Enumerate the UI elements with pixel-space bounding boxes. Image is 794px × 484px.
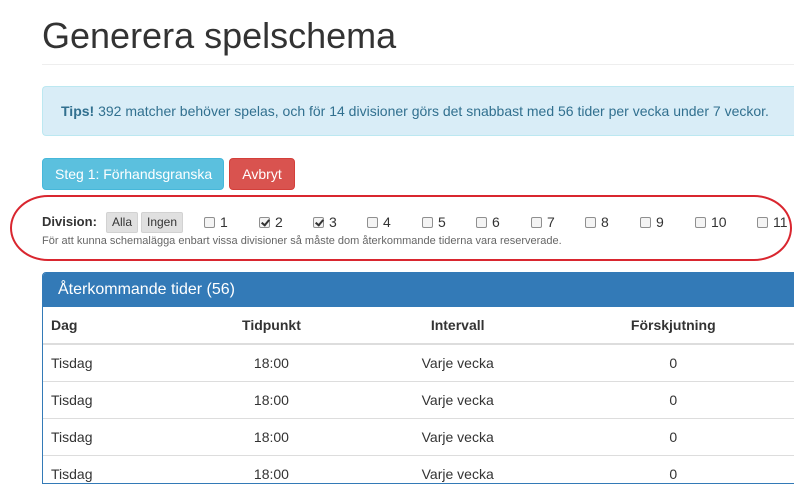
division-checkbox-11[interactable]: 11 [757, 211, 788, 233]
cell-day: Tisdag [43, 419, 195, 456]
division-checkbox-8[interactable]: 8 [585, 211, 609, 233]
cell-interval: Varje vecka [348, 382, 568, 419]
column-header-time: Tidpunkt [195, 307, 348, 344]
division-checkbox-3[interactable]: 3 [313, 211, 337, 233]
cell-offset: 0 [568, 344, 779, 382]
division-checkbox-10[interactable]: 10 [695, 211, 727, 233]
table-row: Tisdag 18:00 Varje vecka 0 [43, 419, 794, 456]
division-checkbox-9[interactable]: 9 [640, 211, 664, 233]
column-header-offset: Förskjutning [568, 307, 779, 344]
cell-interval: Varje vecka [348, 419, 568, 456]
table-row: Tisdag 18:00 Varje vecka 0 [43, 456, 794, 484]
cell-time: 18:00 [195, 419, 348, 456]
page-title: Generera spelschema [42, 14, 396, 58]
checkbox[interactable] [531, 217, 542, 228]
cell-offset: 0 [568, 382, 779, 419]
division-label: Division: [42, 211, 97, 233]
checkbox[interactable] [204, 217, 215, 228]
cell-interval: Varje vecka [348, 456, 568, 484]
recurring-times-panel: Återkommande tider (56) Dag Tidpunkt Int… [42, 272, 794, 484]
checkbox[interactable] [476, 217, 487, 228]
checkbox[interactable] [640, 217, 651, 228]
cancel-button[interactable]: Avbryt [229, 158, 295, 190]
division-checkbox-7[interactable]: 7 [531, 211, 555, 233]
checkbox[interactable] [313, 217, 324, 228]
checkbox[interactable] [367, 217, 378, 228]
cell-time: 18:00 [195, 382, 348, 419]
cell-offset: 0 [568, 419, 779, 456]
column-header-interval: Intervall [348, 307, 568, 344]
select-all-button[interactable]: Alla [106, 212, 138, 233]
division-checkbox-4[interactable]: 4 [367, 211, 391, 233]
table-row: Tisdag 18:00 Varje vecka 0 [43, 382, 794, 419]
preview-button[interactable]: Steg 1: Förhandsgranska [42, 158, 224, 190]
recurring-times-table: Dag Tidpunkt Intervall Förskjutning Tisd… [43, 307, 794, 484]
cell-interval: Varje vecka [348, 344, 568, 382]
division-checkbox-6[interactable]: 6 [476, 211, 500, 233]
cell-time: 18:00 [195, 344, 348, 382]
checkbox[interactable] [695, 217, 706, 228]
table-row: Tisdag 18:00 Varje vecka 0 [43, 344, 794, 382]
tips-text: 392 matcher behöver spelas, och för 14 d… [94, 103, 769, 119]
division-checkbox-5[interactable]: 5 [422, 211, 446, 233]
tips-label: Tips! [61, 103, 94, 119]
column-header-day: Dag [43, 307, 195, 344]
tips-alert: Tips! 392 matcher behöver spelas, och fö… [42, 86, 794, 136]
checkbox[interactable] [585, 217, 596, 228]
division-help-text: För att kunna schemalägga enbart vissa d… [42, 234, 562, 248]
checkbox[interactable] [422, 217, 433, 228]
cell-day: Tisdag [43, 344, 195, 382]
division-checkbox-1[interactable]: 1 [204, 211, 228, 233]
cell-time: 18:00 [195, 456, 348, 484]
checkbox[interactable] [757, 217, 768, 228]
division-checkbox-2[interactable]: 2 [259, 211, 283, 233]
cell-day: Tisdag [43, 456, 195, 484]
cell-day: Tisdag [43, 382, 195, 419]
cell-offset: 0 [568, 456, 779, 484]
division-filter: Division: Alla Ingen 1 2 3 4 5 6 7 8 9 1… [42, 211, 794, 233]
checkbox[interactable] [259, 217, 270, 228]
select-none-button[interactable]: Ingen [141, 212, 183, 233]
title-divider [42, 64, 794, 65]
table-header-row: Dag Tidpunkt Intervall Förskjutning [43, 307, 794, 344]
panel-title: Återkommande tider (56) [43, 273, 794, 307]
